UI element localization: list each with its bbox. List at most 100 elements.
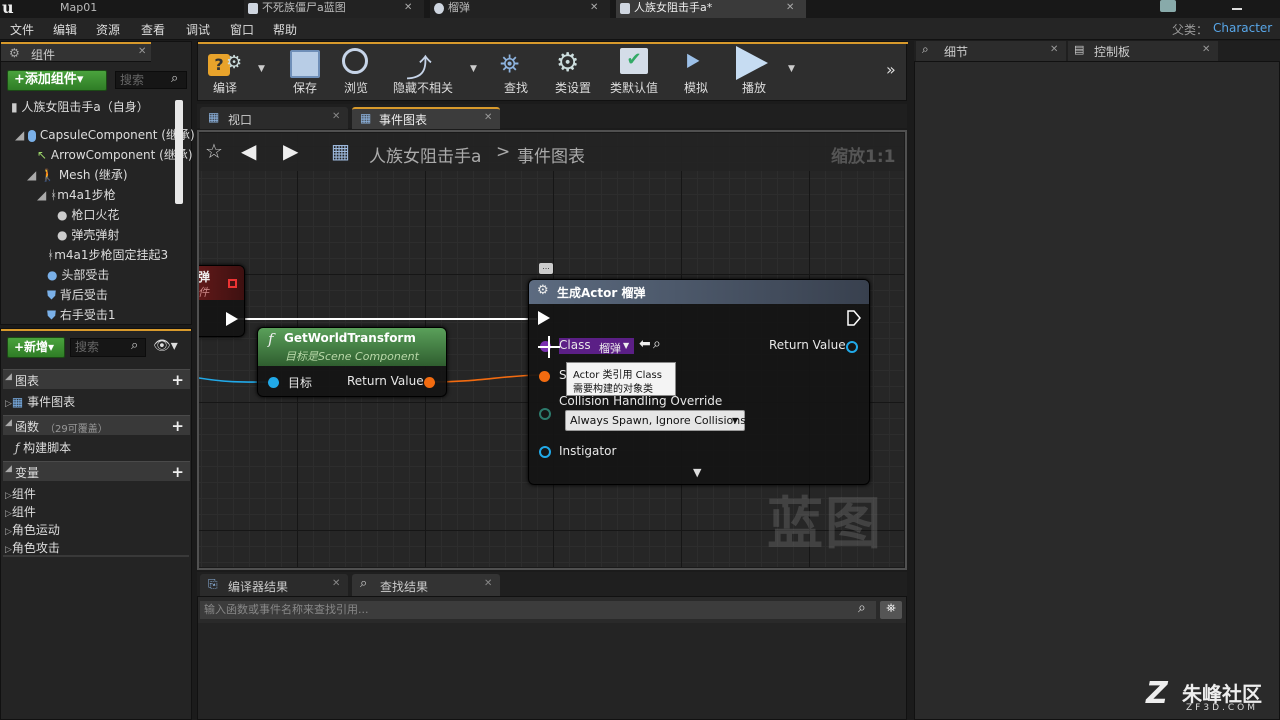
expand-pins-icon[interactable]: ▼ [693, 466, 701, 479]
find-button[interactable]: ⛯ 查找 [494, 42, 538, 98]
play-button[interactable]: 播放 [728, 42, 780, 98]
compile-button[interactable]: ? ⚙ 编译 [200, 42, 250, 98]
close-icon[interactable]: ✕ [404, 0, 412, 16]
graphs-section-header[interactable]: ◢ 图表 + [3, 369, 190, 389]
add-graph-button[interactable]: + [171, 371, 184, 389]
event-graph-item[interactable]: ▷▦ 事件图表 [5, 393, 75, 410]
doc-tab-grenade[interactable]: 榴弹 ✕ [430, 0, 610, 18]
var-group[interactable]: ▷组件 [5, 503, 36, 520]
add-function-button[interactable]: + [171, 417, 184, 435]
variables-section-header[interactable]: ◢ 变量 + [3, 461, 190, 481]
graph-canvas[interactable]: ☆ ◀ ▶ ▦ 人族女阻击手a > 事件图表 缩放1:1 弹 件 f GetWo… [199, 133, 904, 567]
add-component-button[interactable]: +添加组件▾ [7, 70, 107, 91]
functions-section-header[interactable]: ◢ 函数 （29可覆盖） + [3, 415, 190, 435]
tree-item[interactable]: ◢ CapsuleComponent (继承) [15, 126, 195, 143]
forward-arrow-icon[interactable]: ▶ [283, 139, 298, 163]
exec-in-pin[interactable] [538, 311, 550, 325]
chevron-down-icon[interactable]: ▼ [623, 341, 629, 350]
spawn-return-pin[interactable] [846, 341, 858, 353]
chevron-down-icon[interactable]: ▼ [788, 64, 795, 74]
tree-item[interactable]: ⛊ 右手受击1 [47, 306, 115, 323]
tab-details[interactable]: ⌕ 细节 ✕ [916, 41, 1066, 61]
class-value-dropdown[interactable]: 榴弹 [599, 340, 621, 356]
close-icon[interactable]: ✕ [332, 111, 340, 122]
tab-event-graph[interactable]: ▦ 事件图表 ✕ [352, 107, 500, 129]
event-node[interactable]: 弹 件 [199, 265, 245, 337]
close-icon[interactable]: ✕ [332, 578, 340, 589]
star-icon[interactable]: ☆ [205, 139, 223, 163]
tree-item[interactable]: ↖ ArrowComponent (继承) [37, 146, 193, 163]
tree-scrollbar[interactable] [175, 100, 183, 204]
gwt-return-pin[interactable] [424, 377, 435, 388]
menu-window[interactable]: 窗口 [230, 21, 254, 38]
tree-item[interactable]: ◢ ᚼm4a1步枪 [37, 186, 116, 203]
search-icon[interactable]: ⌕ [858, 600, 866, 616]
save-button[interactable]: 保存 [282, 42, 328, 98]
collision-dropdown[interactable]: Always Spawn, Ignore Collisions ▼ [565, 410, 746, 431]
parent-class-label: 父类： [1172, 23, 1209, 37]
menu-file[interactable]: 文件 [10, 21, 34, 38]
instigator-pin[interactable] [539, 446, 551, 458]
close-icon[interactable]: ✕ [484, 578, 492, 589]
close-icon[interactable]: ✕ [484, 112, 492, 123]
tree-item[interactable]: ⛊ 背后受击 [47, 286, 108, 303]
close-icon[interactable]: ✕ [1050, 44, 1058, 55]
chevron-down-icon[interactable]: ▼ [470, 64, 477, 74]
eye-icon[interactable]: 👁▾ [153, 338, 178, 354]
tree-item[interactable]: ᚼm4a1步枪固定挂起3 [47, 246, 168, 263]
tree-self[interactable]: ▮ 人族女阻击手a（自身） [11, 98, 149, 115]
find-input[interactable]: 输入函数或事件名称来查找引用... [200, 601, 876, 619]
find-in-all-button[interactable]: ⛯ [880, 601, 902, 619]
tree-item[interactable]: ● 枪口火花 [57, 206, 119, 223]
collision-pin[interactable] [539, 408, 551, 420]
hide-unrelated-button[interactable]: ⤴ 隐藏不相关 [390, 42, 456, 98]
close-icon[interactable]: ✕ [590, 0, 598, 16]
overflow-icon[interactable]: » [886, 60, 896, 79]
var-group[interactable]: ▷组件 [5, 485, 36, 502]
doc-tab-map[interactable]: Map01 [44, 0, 234, 18]
class-defaults-button[interactable]: ✔ 类默认值 [606, 42, 662, 98]
tab-control-panel[interactable]: ▤ 控制板 ✕ [1068, 41, 1218, 61]
target-pin[interactable] [268, 377, 279, 388]
doc-tab-zombie-bp[interactable]: 不死族僵尸a蓝图 ✕ [244, 0, 424, 18]
new-button[interactable]: +新增▾ [7, 337, 65, 358]
tree-item[interactable]: ◢ 🚶 Mesh (继承) [27, 166, 128, 183]
chevron-down-icon[interactable]: ▼ [258, 64, 265, 74]
browse-search-icon[interactable]: ⌕ [653, 336, 661, 352]
tooltip-line-2: 需要构建的对象类 [573, 384, 653, 395]
exec-out-pin[interactable] [226, 312, 238, 326]
menu-assets[interactable]: 资源 [96, 21, 120, 38]
tab-compiler-results[interactable]: ⎘ 编译器结果 ✕ [200, 574, 348, 596]
tree-item[interactable]: ● 头部受击 [47, 266, 109, 283]
var-group[interactable]: ▷角色攻击 [5, 539, 60, 556]
simulate-button[interactable]: ⯈ 模拟 [672, 42, 720, 98]
close-icon[interactable]: ✕ [786, 0, 794, 16]
use-selected-arrow-icon[interactable]: ⬅ [639, 336, 651, 352]
add-variable-button[interactable]: + [171, 463, 184, 481]
doc-tab-sniper[interactable]: 人族女阻击手a* ✕ [616, 0, 806, 18]
exec-out-pin[interactable] [847, 310, 861, 326]
menu-view[interactable]: 查看 [141, 21, 165, 38]
comment-bubble-icon[interactable]: ... [539, 263, 553, 274]
item-label: 角色运动 [11, 523, 60, 537]
class-settings-button[interactable]: ⚙ 类设置 [550, 42, 596, 98]
close-icon[interactable]: ✕ [138, 46, 146, 57]
minimize-button[interactable] [1232, 8, 1242, 10]
close-icon[interactable]: ✕ [1202, 44, 1210, 55]
menu-help[interactable]: 帮助 [273, 21, 297, 38]
construction-script-item[interactable]: ƒ 构建脚本 [15, 439, 71, 456]
browse-button[interactable]: 浏览 [332, 42, 380, 98]
spawn-transform-pin[interactable] [539, 371, 550, 382]
tree-item[interactable]: ● 弹壳弹射 [57, 226, 119, 243]
menu-debug[interactable]: 调试 [186, 21, 210, 38]
delegate-pin[interactable] [228, 279, 237, 288]
back-arrow-icon[interactable]: ◀ [241, 139, 256, 163]
parent-class-link[interactable]: Character [1213, 21, 1272, 35]
get-world-transform-node[interactable]: f GetWorldTransform 目标是Scene Component 目… [257, 327, 447, 397]
tab-viewport[interactable]: ▦ 视口 ✕ [200, 107, 348, 129]
compile-label: 编译 [212, 81, 237, 95]
tab-find-results[interactable]: ⌕ 查找结果 ✕ [352, 574, 500, 596]
var-group[interactable]: ▷角色运动 [5, 521, 60, 538]
breadcrumb-blueprint[interactable]: 人族女阻击手a [369, 142, 481, 167]
menu-edit[interactable]: 编辑 [53, 21, 77, 38]
